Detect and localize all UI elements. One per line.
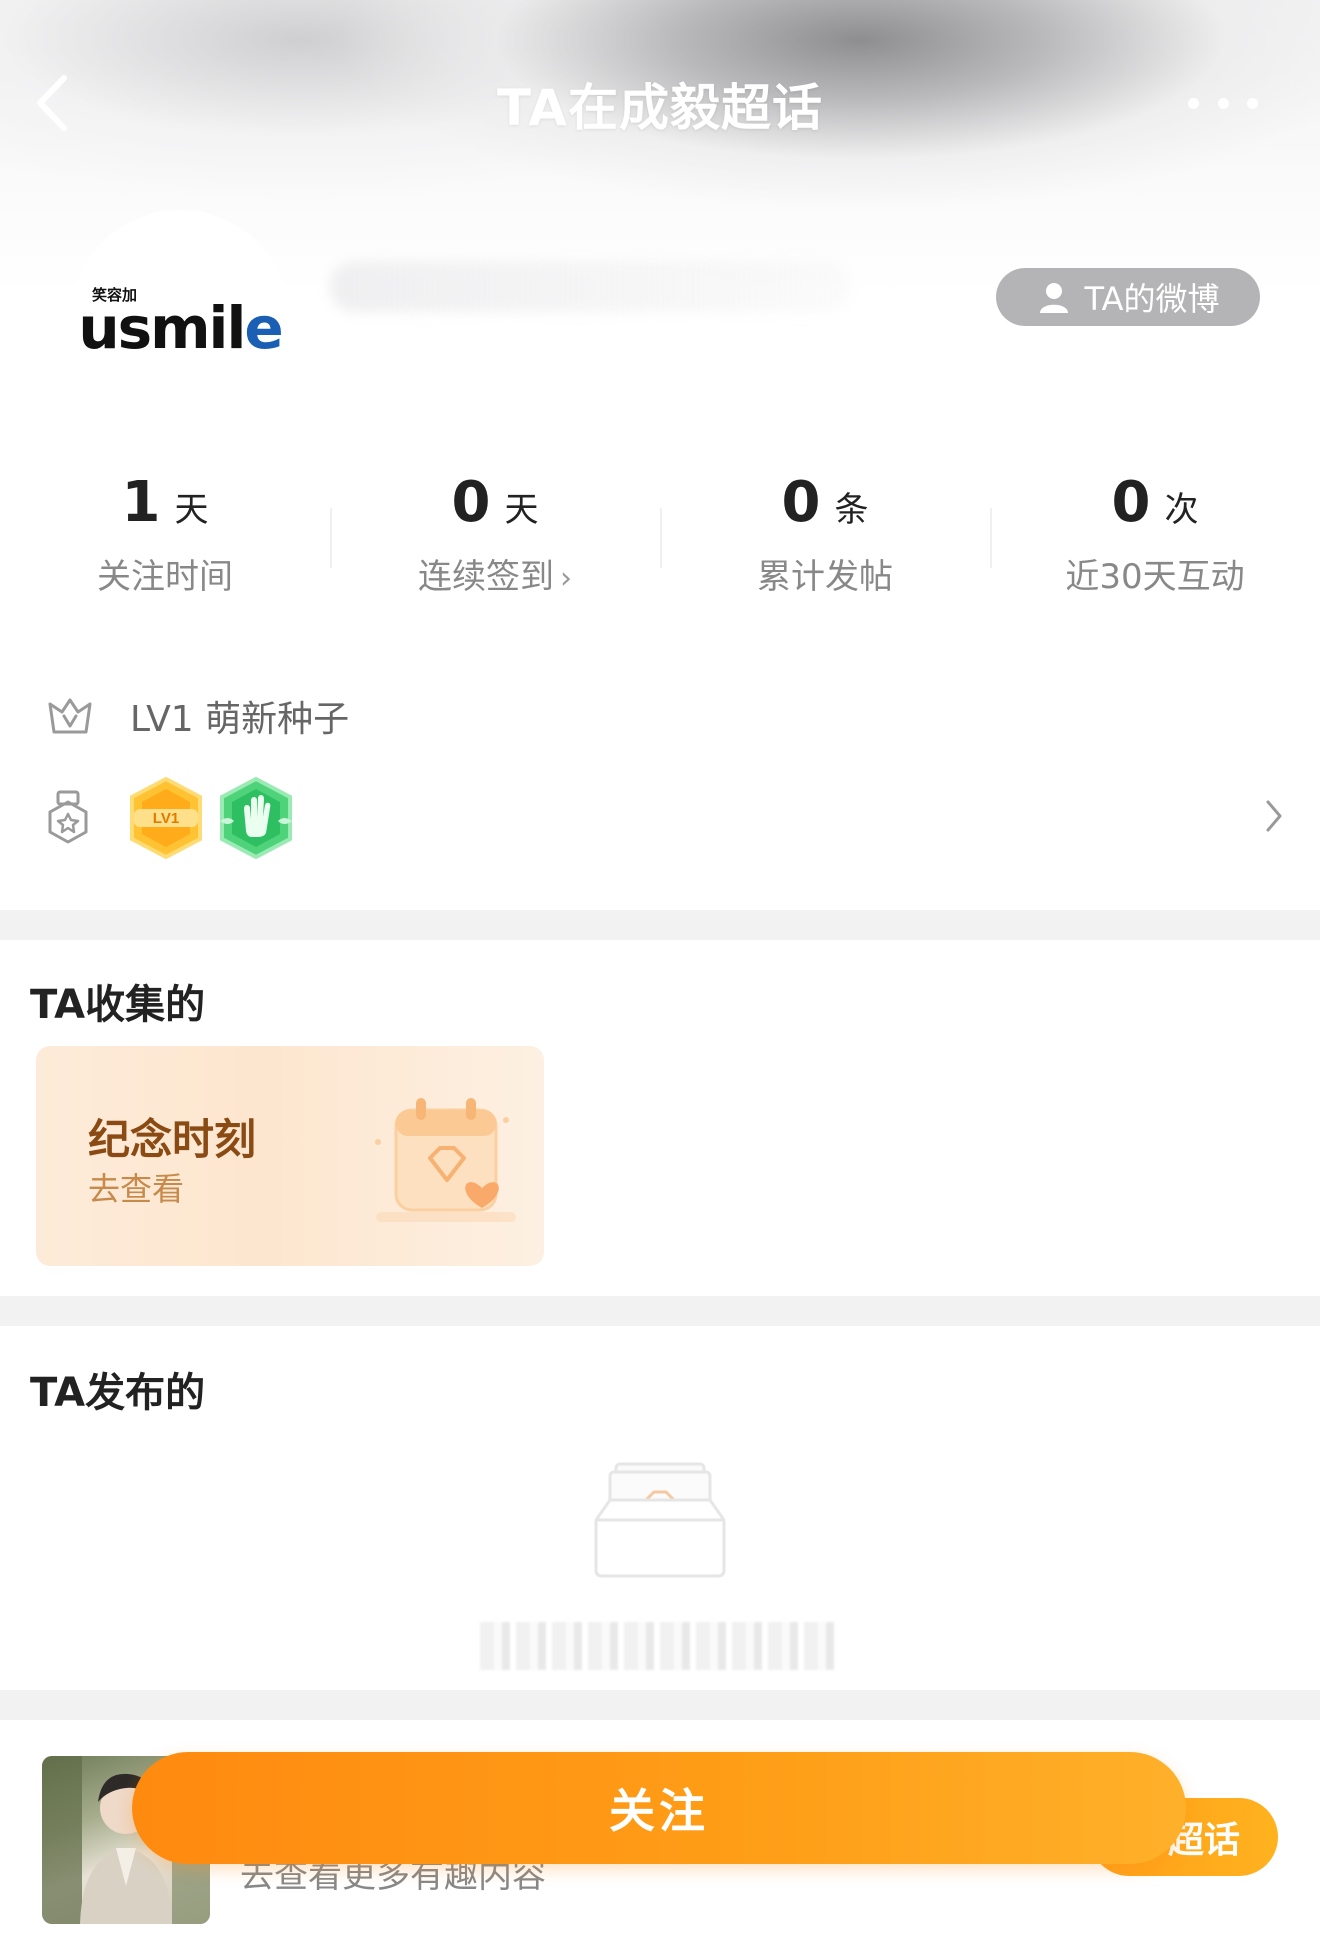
stats-row: 1天 关注时间 0天 连续签到 › 0条 累计发帖 0次 近30天互动	[0, 470, 1320, 620]
more-dots-icon	[1188, 97, 1199, 109]
logo-main-text: usmile	[78, 293, 283, 362]
medal-icon	[48, 790, 88, 844]
follow-button[interactable]: 关注	[132, 1752, 1186, 1864]
crown-icon	[48, 698, 92, 734]
page-title: TA在成毅超话	[497, 79, 823, 137]
empty-state-icon	[594, 1462, 726, 1578]
stat-value: 0	[451, 470, 491, 535]
memorial-card-title: 纪念时刻	[88, 1115, 257, 1164]
stat-unit: 条	[834, 490, 869, 530]
stat-unit: 次	[1164, 490, 1199, 530]
memorial-moment-card[interactable]: 纪念时刻 去查看	[36, 1046, 544, 1266]
section-divider	[0, 1296, 1320, 1326]
calendar-heart-icon	[375, 1098, 516, 1222]
hand-badge-icon[interactable]	[216, 775, 296, 861]
stat-label: 关注时间	[97, 557, 233, 597]
chevron-right-icon: ›	[560, 561, 572, 596]
collected-section-title: TA收集的	[30, 982, 206, 1028]
stat-label: 累计发帖	[757, 557, 893, 597]
more-options-button[interactable]	[1188, 88, 1258, 118]
stat-value: 0	[1111, 470, 1151, 535]
posted-section-title: TA发布的	[30, 1370, 206, 1416]
stat-value: 0	[781, 470, 821, 535]
section-divider	[0, 910, 1320, 940]
avatar[interactable]: 笑容加 usmile	[70, 210, 290, 430]
stat-unit: 天	[174, 490, 209, 530]
empty-state-text-blurred	[480, 1622, 840, 1670]
stat-label-wrap: 连续签到 ›	[330, 549, 660, 598]
stat-checkin-streak[interactable]: 0天 连续签到 ›	[330, 470, 660, 620]
lv1-badge-icon[interactable]: LV1	[126, 775, 206, 861]
badges-row[interactable]: LV1	[46, 770, 1286, 866]
stat-interactions-30d: 0次 近30天互动	[990, 470, 1320, 620]
stat-follow-time: 1天 关注时间	[0, 470, 330, 620]
stat-total-posts: 0条 累计发帖	[660, 470, 990, 620]
user-icon	[1039, 283, 1068, 313]
ta-weibo-button[interactable]: TA的微博	[996, 268, 1260, 326]
level-row: LV1 萌新种子	[46, 690, 349, 742]
chevron-right-icon	[1266, 800, 1282, 832]
level-text: LV1 萌新种子	[130, 699, 350, 740]
stat-value: 1	[121, 470, 161, 535]
lv1-badge-text: LV1	[153, 810, 179, 827]
section-divider	[0, 1690, 1320, 1720]
memorial-card-subtitle: 去查看	[88, 1170, 185, 1208]
stat-unit: 天	[504, 490, 539, 530]
blurred-username	[330, 262, 850, 312]
stat-label: 近30天互动	[1065, 557, 1245, 597]
ta-weibo-label: TA的微博	[1084, 280, 1220, 318]
stat-label: 连续签到	[418, 557, 554, 597]
